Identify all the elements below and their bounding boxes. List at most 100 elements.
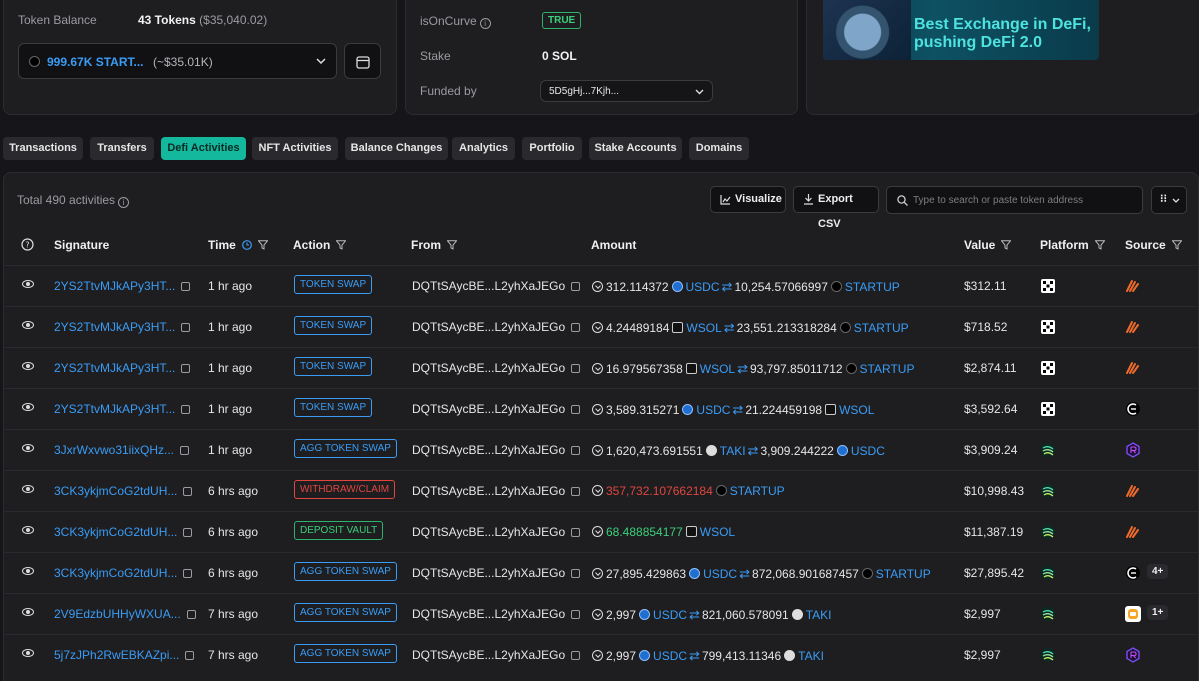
eye-icon[interactable] (22, 526, 34, 534)
funded-by-select[interactable]: 5D5gHj...7Kjh... (540, 80, 713, 102)
source-flame-icon[interactable] (1125, 524, 1141, 540)
token-in-link[interactable]: USDC (696, 403, 730, 417)
expand-icon[interactable] (592, 650, 603, 661)
tab-portfolio[interactable]: Portfolio (522, 137, 582, 160)
token-in-link[interactable]: WSOL (686, 321, 721, 335)
source-flame-icon[interactable] (1125, 483, 1141, 499)
filter-icon[interactable] (1001, 240, 1012, 250)
expand-icon[interactable] (592, 526, 603, 537)
col-value[interactable]: Value (964, 238, 1012, 252)
token-out-link[interactable]: TAKI (806, 608, 832, 622)
info-icon[interactable]: i (118, 197, 130, 208)
copy-icon[interactable] (181, 282, 191, 291)
okx-platform-icon[interactable] (1041, 361, 1055, 375)
token-out-link[interactable]: STARTUP (854, 321, 909, 335)
signature-link[interactable]: 2YS2TtvMJkAPy3HT... (54, 279, 175, 293)
copy-icon[interactable] (571, 487, 581, 496)
source-raydium-icon[interactable] (1125, 442, 1141, 458)
col-time[interactable]: Time (208, 238, 268, 252)
info-icon[interactable]: i (479, 18, 491, 29)
more-sources-badge[interactable]: 1+ (1147, 605, 1169, 620)
from-address-link[interactable]: DQTtSAycBE...L2yhXaJEGo (412, 361, 565, 375)
tab-analytics[interactable]: Analytics (452, 137, 515, 160)
calendar-button[interactable] (344, 43, 381, 79)
jupiter-platform-icon[interactable] (1041, 443, 1055, 457)
eye-icon[interactable] (22, 444, 34, 452)
eye-icon[interactable] (22, 485, 34, 493)
more-sources-badge[interactable]: 4+ (1147, 564, 1169, 579)
filter-icon[interactable] (1094, 240, 1105, 250)
token-out-link[interactable]: WSOL (839, 403, 874, 417)
expand-icon[interactable] (592, 485, 603, 496)
from-address-link[interactable]: DQTtSAycBE...L2yhXaJEGo (412, 484, 565, 498)
from-address-link[interactable]: DQTtSAycBE...L2yhXaJEGo (412, 607, 565, 621)
copy-icon[interactable] (571, 405, 581, 414)
jupiter-platform-icon[interactable] (1041, 525, 1055, 539)
filter-icon[interactable] (336, 240, 347, 250)
from-address-link[interactable]: DQTtSAycBE...L2yhXaJEGo (412, 279, 565, 293)
tab-defi-activities[interactable]: Defi Activities (161, 137, 246, 160)
signature-link[interactable]: 5j7zJPh2RwEBKAZpi... (54, 648, 179, 662)
search-box[interactable] (886, 186, 1143, 214)
copy-icon[interactable] (571, 651, 581, 660)
from-address-link[interactable]: DQTtSAycBE...L2yhXaJEGo (412, 402, 565, 416)
copy-icon[interactable] (183, 487, 193, 496)
copy-icon[interactable] (183, 528, 193, 537)
signature-link[interactable]: 3CK3ykjmCoG2tdUH... (54, 484, 177, 498)
filter-icon[interactable] (1171, 240, 1182, 250)
token-in-link[interactable]: WSOL (700, 362, 735, 376)
expand-icon[interactable] (592, 404, 603, 415)
signature-link[interactable]: 3JxrWxvwo31iixQHz... (54, 443, 174, 457)
token-out-link[interactable]: TAKI (798, 649, 824, 663)
token-in-link[interactable]: TAKI (720, 444, 746, 458)
eye-icon[interactable] (22, 649, 34, 657)
token-out-link[interactable]: USDC (851, 444, 885, 458)
copy-icon[interactable] (571, 364, 581, 373)
expand-icon[interactable] (592, 445, 603, 456)
tab-stake-accounts[interactable]: Stake Accounts (589, 137, 682, 160)
signature-link[interactable]: 2YS2TtvMJkAPy3HT... (54, 320, 175, 334)
copy-icon[interactable] (180, 446, 190, 455)
signature-link[interactable]: 2YS2TtvMJkAPy3HT... (54, 402, 175, 416)
token-out-link[interactable]: STARTUP (845, 280, 900, 294)
col-platform[interactable]: Platform (1040, 238, 1105, 252)
eye-icon[interactable] (22, 403, 34, 411)
eye-icon[interactable] (22, 608, 34, 616)
copy-icon[interactable] (571, 569, 581, 578)
col-source[interactable]: Source (1125, 238, 1182, 252)
copy-icon[interactable] (181, 364, 191, 373)
source-raydium-icon[interactable] (1125, 647, 1141, 663)
copy-icon[interactable] (571, 282, 581, 291)
copy-icon[interactable] (571, 528, 581, 537)
expand-icon[interactable] (592, 568, 603, 579)
tab-transfers[interactable]: Transfers (90, 137, 154, 160)
filter-icon[interactable] (447, 240, 457, 250)
search-input[interactable] (913, 192, 1138, 208)
tab-balance-changes[interactable]: Balance Changes (345, 137, 448, 160)
jupiter-platform-icon[interactable] (1041, 648, 1055, 662)
expand-icon[interactable] (592, 609, 603, 620)
okx-platform-icon[interactable] (1041, 279, 1055, 293)
source-flame-icon[interactable] (1125, 360, 1141, 376)
copy-icon[interactable] (181, 323, 191, 332)
filter-icon[interactable] (257, 240, 268, 250)
col-from[interactable]: From (411, 238, 457, 252)
expand-icon[interactable] (592, 281, 603, 292)
token-out-link[interactable]: STARTUP (860, 362, 915, 376)
from-address-link[interactable]: DQTtSAycBE...L2yhXaJEGo (412, 525, 565, 539)
token-in-link[interactable]: USDC (703, 567, 737, 581)
copy-icon[interactable] (571, 323, 581, 332)
eye-icon[interactable] (22, 567, 34, 575)
token-in-link[interactable]: USDC (653, 608, 687, 622)
eye-icon[interactable] (22, 280, 34, 288)
clock-icon[interactable] (241, 240, 252, 250)
copy-icon[interactable] (571, 610, 581, 619)
export-csv-button[interactable]: Export CSV (793, 186, 879, 230)
source-flame-icon[interactable] (1125, 319, 1141, 335)
okx-platform-icon[interactable] (1041, 402, 1055, 416)
source-ring-icon[interactable] (1125, 401, 1141, 417)
signature-link[interactable]: 2V9EdzbUHHyWXUA... (54, 607, 181, 621)
col-action[interactable]: Action (293, 238, 347, 252)
expand-icon[interactable] (592, 322, 603, 333)
source-ring-icon[interactable] (1125, 565, 1141, 581)
